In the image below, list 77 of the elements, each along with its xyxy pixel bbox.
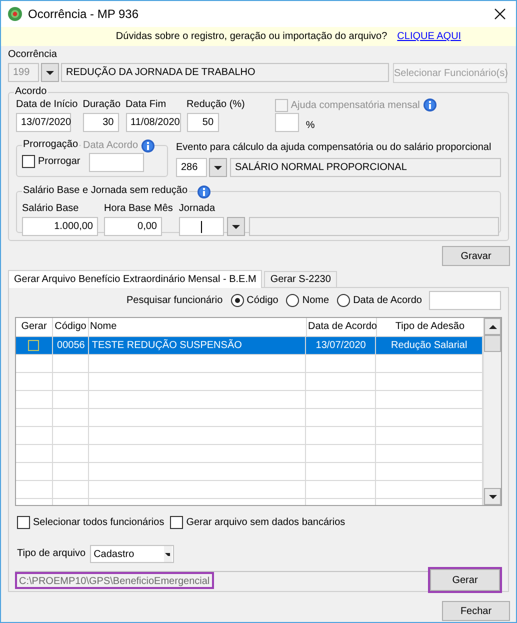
help-text: Dúvidas sobre o registro, geração ou importação do arquivo?: [116, 30, 388, 44]
dropdown-button[interactable]: [226, 217, 245, 236]
input-field[interactable]: [89, 153, 144, 172]
input-field[interactable]: 0,00: [104, 217, 162, 236]
input-field[interactable]: 1.000,00: [22, 217, 98, 236]
field-label: Duração: [82, 99, 121, 111]
scroll-up-button[interactable]: [484, 318, 501, 335]
field-label: Ocorrência: [8, 49, 58, 61]
field-label: Data Fim: [126, 99, 168, 111]
field-label: Jornada: [178, 203, 216, 215]
help-link[interactable]: CLIQUE AQUI: [397, 29, 462, 44]
checkbox[interactable]: [17, 516, 30, 529]
column-header[interactable]: Nome: [89, 318, 307, 336]
checkbox[interactable]: [22, 155, 35, 168]
info-icon: [197, 185, 211, 199]
tab[interactable]: Gerar S-2230: [264, 271, 337, 287]
field-label: Data de Início: [16, 99, 78, 111]
field-label: Hora Base Mês: [104, 203, 173, 215]
tab[interactable]: Gerar Arquivo Benefício Extraordinário Mensal - B.E.M: [8, 270, 262, 288]
checkbox[interactable]: [170, 516, 184, 529]
window-title: Ocorrência - MP 936: [28, 6, 138, 23]
unit-label: %: [306, 120, 315, 132]
radio-label: Data de Acordo: [353, 294, 422, 308]
save-button[interactable]: Gravar: [442, 246, 510, 266]
scroll-thumb[interactable]: [484, 335, 501, 352]
radio-label: Nome: [302, 294, 330, 308]
column-header[interactable]: Data de Acordo: [307, 318, 377, 336]
field-label: Evento para cálculo da ajuda compensatória ou do salário proporcional: [176, 142, 492, 154]
caret-icon: [214, 166, 222, 170]
column-header[interactable]: Gerar: [16, 318, 53, 336]
checkbox-label: Selecionar todos funcionários: [33, 516, 164, 530]
table-row[interactable]: 00056 TESTE REDUÇÃO SUSPENSÃO 13/07/2020 Redução Salarial: [16, 337, 483, 355]
field-label: Tipo de arquivo: [17, 548, 86, 560]
scrollbar[interactable]: [483, 318, 501, 505]
radio-button[interactable]: [337, 294, 350, 307]
info-icon: [422, 98, 437, 112]
input-field[interactable]: 286: [176, 158, 207, 177]
radio-button[interactable]: [286, 294, 300, 307]
table-cell: 13/07/2020: [306, 337, 376, 354]
input-field[interactable]: REDUÇÃO DA JORNADA DE TRABALHO: [61, 63, 389, 82]
radio-label: Código: [246, 294, 278, 308]
input-field[interactable]: [248, 217, 499, 236]
generate-button[interactable]: Gerar: [430, 569, 500, 591]
input-field[interactable]: [274, 113, 299, 132]
dropdown-button[interactable]: [41, 63, 59, 82]
checkbox-label: Gerar arquivo sem dados bancários: [186, 516, 346, 530]
field-label: Redução (%): [186, 99, 245, 111]
caret-icon: [165, 552, 170, 556]
up-arrow-icon: [488, 324, 496, 328]
table-cell: TESTE REDUÇÃO SUSPENSÃO: [88, 337, 306, 354]
input-field[interactable]: 50: [186, 113, 219, 132]
input-field[interactable]: 13/07/2020: [16, 113, 71, 132]
checkbox-label: Ajuda compensatória mensal: [290, 98, 420, 112]
close-icon[interactable]: [494, 8, 506, 20]
scroll-down-button[interactable]: [484, 488, 501, 505]
input-field[interactable]: 30: [82, 113, 119, 132]
group-label: Prorrogação: [22, 139, 80, 151]
dropdown-field[interactable]: Cadastro: [90, 545, 174, 563]
column-header[interactable]: Código: [53, 318, 89, 336]
table-cell: 00056: [52, 337, 89, 354]
dropdown-button[interactable]: [209, 158, 227, 177]
group-label: Salário Base e Jornada sem redução: [22, 185, 189, 197]
input-field[interactable]: [429, 291, 501, 310]
field-label: Pesquisar funcionário: [126, 294, 223, 308]
radio-button[interactable]: [230, 294, 244, 307]
input-field[interactable]: 11/08/2020: [126, 113, 181, 132]
caret-icon: [232, 224, 240, 228]
caret-icon: [488, 494, 496, 498]
input-field[interactable]: SALÁRIO NORMAL PROPORCIONAL: [230, 158, 501, 177]
field-label: Salário Base: [22, 203, 80, 215]
app-icon: [8, 7, 22, 21]
checkbox-label: Prorrogar: [38, 155, 80, 169]
close-button[interactable]: Fechar: [442, 601, 510, 621]
path-field[interactable]: C:\PROEMP10\GPS\BeneficioEmergencial: [15, 572, 214, 589]
info-icon: [141, 139, 156, 153]
caret-icon: [46, 70, 54, 74]
input-field[interactable]: [178, 217, 224, 236]
